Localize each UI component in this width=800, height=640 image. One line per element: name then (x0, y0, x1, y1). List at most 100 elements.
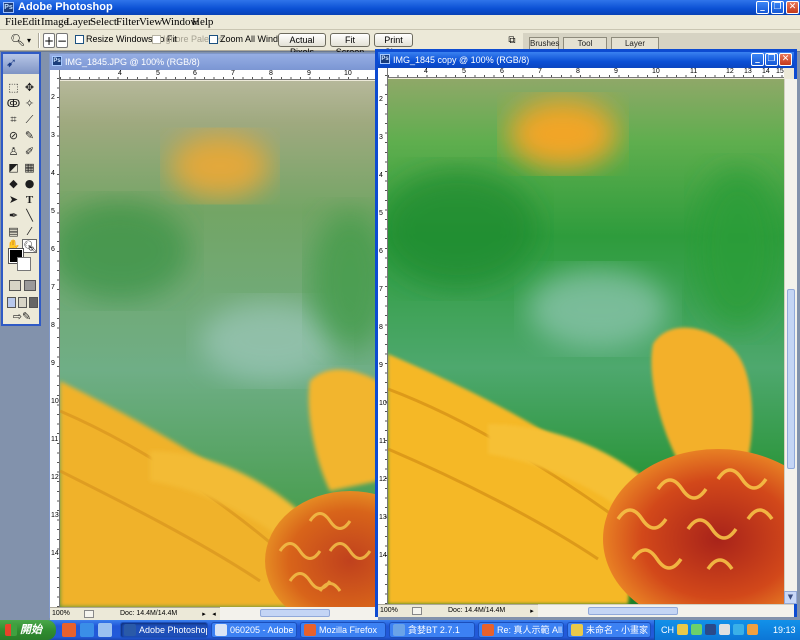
ruler-label: 9 (379, 362, 383, 369)
close-icon[interactable]: ✕ (779, 53, 792, 66)
ruler-label: 7 (51, 284, 55, 291)
scroll-left-icon[interactable]: ◂ (210, 609, 218, 619)
messenger-icon[interactable] (733, 624, 744, 635)
clock[interactable]: 19:13 (773, 623, 796, 637)
screen-mode-full-icon[interactable] (29, 297, 38, 308)
status-arrow-icon[interactable]: ▸ (200, 609, 208, 619)
screen-mode-standard-icon[interactable] (7, 297, 16, 308)
menu-layer[interactable]: Layer (66, 16, 92, 29)
crop-tool-icon[interactable]: ⌗ (6, 113, 21, 127)
pen-tool-icon[interactable]: ✒ (6, 209, 21, 223)
eraser-tool-icon[interactable]: ◩ (6, 161, 21, 175)
background-color-swatch[interactable] (17, 257, 31, 271)
print-size-button[interactable]: Print Size (374, 33, 413, 57)
ime-icon[interactable] (677, 624, 688, 635)
status-menu-icon[interactable] (84, 610, 94, 618)
ie-quicklaunch-icon[interactable] (80, 623, 94, 637)
zoom-level[interactable]: 100% (380, 605, 398, 617)
gradient-tool-icon[interactable]: ▦ (22, 161, 37, 175)
type-tool-icon[interactable]: T (22, 193, 37, 207)
task-paint[interactable]: 未命名 - 小畫家 (567, 622, 651, 638)
ruler-label: 3 (51, 132, 55, 139)
lasso-tool-icon[interactable]: ↂ (6, 97, 21, 111)
ruler-label: 4 (51, 170, 55, 177)
menu-file[interactable]: File (5, 16, 22, 29)
firefox-quicklaunch-icon[interactable] (62, 623, 76, 637)
document-size: Doc: 14.4M/14.4M (448, 607, 506, 614)
status-arrow-icon[interactable]: ▸ (528, 606, 536, 616)
dodge-tool-icon[interactable]: ● (22, 177, 37, 191)
marquee-tool-icon[interactable]: ⬚ (6, 81, 21, 95)
clone-stamp-icon[interactable]: ♙ (6, 145, 21, 159)
status-menu-icon[interactable] (412, 607, 422, 615)
ruler-label: 13 (379, 514, 387, 521)
menu-view[interactable]: View (139, 16, 162, 29)
zoom-level[interactable]: 100% (52, 608, 70, 620)
maximize-icon[interactable]: ❐ (765, 53, 778, 66)
screen-mode-full-menu-icon[interactable] (18, 297, 27, 308)
zoom-all-windows-checkbox[interactable] (209, 35, 218, 44)
start-button[interactable]: 開始 (0, 620, 56, 640)
minimize-icon[interactable]: _ (756, 1, 769, 14)
line-tool-icon[interactable]: ╲ (22, 209, 37, 223)
image-canvas[interactable] (388, 79, 784, 604)
volume-icon[interactable] (719, 624, 730, 635)
actual-pixels-button[interactable]: Actual Pixels (278, 33, 326, 57)
magnifier-icon[interactable]: 🔍︎ (10, 33, 25, 48)
jump-to-imageready-icon[interactable]: ⇨✎ (9, 310, 35, 324)
standard-mode-icon[interactable] (9, 280, 21, 291)
magic-wand-icon[interactable]: ✧ (22, 97, 37, 111)
task-firefox[interactable]: Mozilla Firefox (300, 622, 386, 638)
ignore-palettes-checkbox (152, 35, 161, 44)
history-brush-icon[interactable]: ✐ (22, 145, 37, 159)
monitor-icon[interactable] (705, 624, 716, 635)
desktop-quicklaunch-icon[interactable] (98, 623, 112, 637)
eyedropper-icon[interactable]: ⁄ (22, 225, 37, 239)
menu-help[interactable]: Help (192, 16, 213, 29)
fit-screen-button[interactable]: Fit Screen (330, 33, 370, 57)
zoom-in-icon[interactable]: + (43, 33, 55, 48)
blur-tool-icon[interactable]: ◆ (6, 177, 21, 191)
path-selection-icon[interactable]: ➤ (6, 193, 21, 207)
tray-app-icon[interactable] (747, 624, 758, 635)
resize-windows-checkbox[interactable] (75, 35, 84, 44)
close-icon[interactable]: ✕ (786, 1, 799, 14)
move-tool-icon[interactable]: ✥ (22, 81, 37, 95)
swap-colors-icon[interactable]: ↻ (27, 245, 35, 253)
photoshop-document-icon: Ps (52, 56, 62, 66)
healing-brush-icon[interactable]: ⊘ (6, 129, 21, 143)
menu-edit[interactable]: Edit (22, 16, 40, 29)
task-bittorrent[interactable]: 貪婪BT 2.7.1 (389, 622, 475, 638)
tool-preset-dropdown-icon[interactable]: ▾ (25, 33, 33, 48)
scroll-down-icon[interactable]: ▼ (784, 591, 797, 604)
vertical-ruler: 2 3 4 5 6 7 8 9 10 11 12 13 14 (50, 70, 60, 607)
ruler-label: 3 (379, 134, 383, 141)
task-adobe-bridge[interactable]: 060205 - Adobe B... (211, 622, 297, 638)
task-forum-post[interactable]: Re: 真人示範 All... (478, 622, 564, 638)
quick-mask-icon[interactable] (24, 280, 36, 291)
image-canvas[interactable] (60, 81, 378, 607)
ruler-label: 13 (744, 68, 752, 75)
menu-select[interactable]: Select (90, 16, 117, 29)
vertical-scroll-thumb[interactable] (787, 289, 795, 469)
horizontal-scroll-thumb[interactable] (588, 607, 678, 615)
notes-tool-icon[interactable]: ▤ (6, 225, 21, 239)
task-photoshop[interactable]: Adobe Photoshop (120, 622, 208, 638)
horizontal-scrollbar[interactable] (220, 607, 378, 620)
vertical-scrollbar[interactable]: ▼ (784, 79, 797, 604)
document-title-bar[interactable]: Ps IMG_1845 copy @ 100% (RGB/8) _ ❐ ✕ (378, 52, 794, 68)
file-browser-icon[interactable]: ⧉ (505, 33, 519, 48)
horizontal-scrollbar[interactable] (538, 604, 794, 617)
minimize-icon[interactable]: _ (751, 53, 764, 66)
menu-image[interactable]: Image (41, 16, 68, 29)
language-indicator[interactable]: CH (661, 623, 674, 637)
slice-tool-icon[interactable]: ⟋ (22, 113, 37, 127)
maximize-icon[interactable]: ❐ (771, 1, 784, 14)
network-icon[interactable] (691, 624, 702, 635)
brush-tool-icon[interactable]: ✎ (22, 129, 37, 143)
horizontal-scroll-thumb[interactable] (260, 609, 330, 617)
menu-bar: File Edit Image Layer Select Filter View… (0, 15, 800, 30)
menu-filter[interactable]: Filter (116, 16, 140, 29)
zoom-out-icon[interactable]: − (56, 33, 68, 48)
document-title-bar[interactable]: Ps IMG_1845.JPG @ 100% (RGB/8) (50, 54, 378, 70)
